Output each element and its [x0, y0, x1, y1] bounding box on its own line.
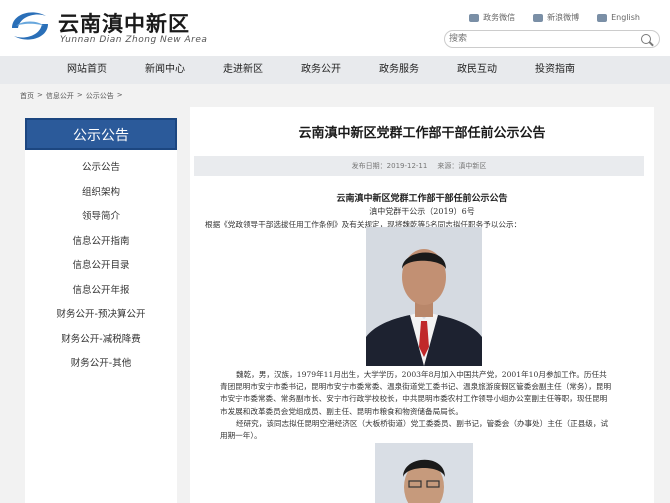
nav-gov-open[interactable]: 政务公开 [282, 56, 360, 84]
bio-paragraph: 魏乾，男，汉族，1979年11月出生，大学学历，2003年8月加入中国共产党，2… [220, 370, 612, 416]
publish-date: 发布日期：2019-12-11 [351, 162, 428, 170]
site-subtitle: Yunnan Dian Zhong New Area [60, 35, 208, 45]
wechat-icon [469, 13, 480, 22]
english-icon [597, 13, 608, 22]
search-icon[interactable] [641, 34, 651, 44]
candidate-photo-2 [375, 443, 473, 503]
english-label: English [611, 13, 640, 22]
article-panel: 云南滇中新区党群工作部干部任前公示公告 发布日期：2019-12-11 来源：滇… [190, 107, 654, 503]
search-box [444, 30, 660, 48]
sidebar: 公示公告 公示公告 组织架构 领导简介 信息公开指南 信息公开目录 信息公开年报… [25, 118, 177, 503]
nav-invest[interactable]: 投资指南 [516, 56, 594, 84]
nav-about[interactable]: 走进新区 [204, 56, 282, 84]
crumb-sep: > [37, 91, 43, 99]
article-title: 云南滇中新区党群工作部干部任前公示公告 [298, 126, 546, 141]
crumb-info[interactable]: 信息公开 [46, 91, 74, 101]
breadcrumb: 首页 > 信息公开 > 公示公告 > [20, 91, 123, 101]
notice-number: 滇中党群干公示（2019）6号 [369, 207, 475, 216]
site-header: 云南滇中新区 Yunnan Dian Zhong New Area 政务微信 新… [0, 0, 670, 56]
wechat-label: 政务微信 [483, 13, 516, 22]
crumb-notice[interactable]: 公示公告 [86, 91, 114, 101]
sidebar-list: 公示公告 组织架构 领导简介 信息公开指南 信息公开目录 信息公开年报 财务公开… [25, 150, 177, 377]
sidebar-item-budget[interactable]: 财务公开-预决算公开 [25, 303, 177, 328]
top-links: 政务微信 新浪微博 English [469, 12, 640, 23]
weibo-icon [533, 13, 544, 22]
search-input[interactable] [449, 32, 635, 46]
nav-gov-service[interactable]: 政务服务 [360, 56, 438, 84]
article-meta: 发布日期：2019-12-11 来源：滇中新区 [194, 156, 644, 176]
sidebar-item-notices[interactable]: 公示公告 [25, 156, 177, 181]
candidate-bio: 魏乾，男，汉族，1979年11月出生，大学学历，2003年8月加入中国共产党，2… [205, 369, 635, 442]
notice-title: 云南滇中新区党群工作部干部任前公示公告 [336, 194, 508, 204]
nav-interaction[interactable]: 政民互动 [438, 56, 516, 84]
weibo-link[interactable]: 新浪微博 [533, 12, 579, 23]
sidebar-title: 公示公告 [25, 118, 177, 150]
nav-home[interactable]: 网站首页 [48, 56, 126, 84]
bio-decision: 经研究，该同志拟任昆明空港经济区（大板桥街道）党工委委员、副书记，管委会（办事处… [220, 418, 609, 441]
crumb-home[interactable]: 首页 [20, 91, 34, 101]
article-source: 来源：滇中新区 [437, 162, 487, 170]
sidebar-item-structure[interactable]: 组织架构 [25, 181, 177, 206]
english-link[interactable]: English [597, 12, 640, 23]
crumb-sep: > [76, 91, 83, 99]
candidate-photo [366, 227, 482, 366]
sidebar-item-tax-cut[interactable]: 财务公开-减税降费 [25, 328, 177, 353]
sidebar-item-guide[interactable]: 信息公开指南 [25, 230, 177, 255]
sidebar-item-leaders[interactable]: 领导简介 [25, 205, 177, 230]
wechat-link[interactable]: 政务微信 [469, 12, 515, 23]
sidebar-item-finance-other[interactable]: 财务公开-其他 [25, 352, 177, 377]
sidebar-item-annual-report[interactable]: 信息公开年报 [25, 279, 177, 304]
site-title[interactable]: 云南滇中新区 [58, 8, 190, 38]
weibo-label: 新浪微博 [547, 13, 580, 22]
sidebar-item-catalog[interactable]: 信息公开目录 [25, 254, 177, 279]
nav-news[interactable]: 新闻中心 [126, 56, 204, 84]
logo-icon[interactable] [8, 6, 52, 46]
crumb-sep: > [116, 91, 123, 99]
main-nav: 网站首页 新闻中心 走进新区 政务公开 政务服务 政民互动 投资指南 [0, 56, 670, 84]
